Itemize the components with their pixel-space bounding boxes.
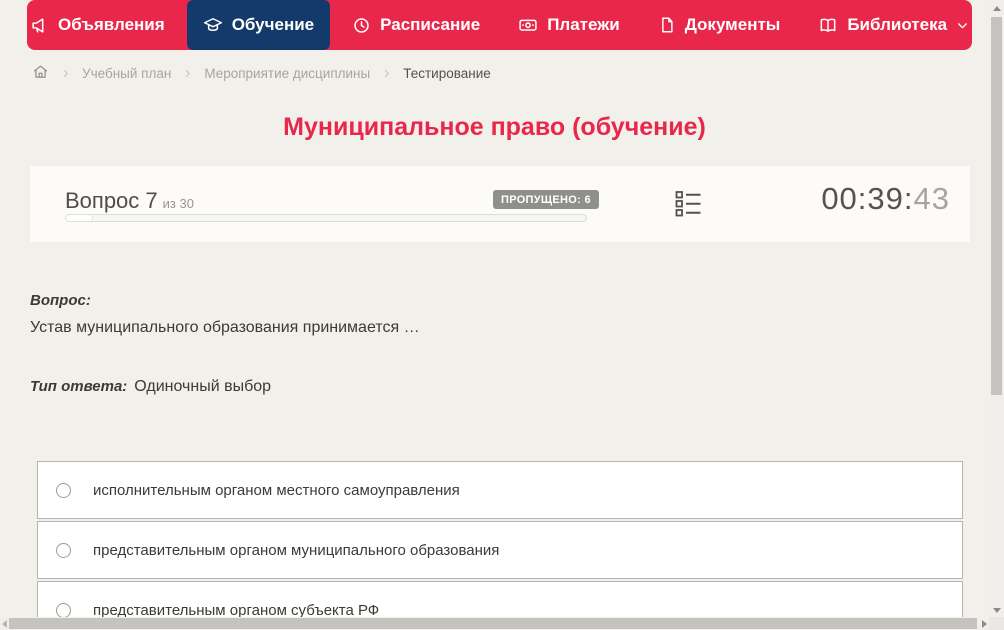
scrollbar-corner xyxy=(989,617,1004,630)
radio-button[interactable] xyxy=(56,602,71,618)
question-block: Вопрос: Устав муниципального образования… xyxy=(30,292,964,337)
answer-option-label: представительным органом муниципального … xyxy=(93,541,500,559)
vertical-scrollbar-thumb[interactable] xyxy=(991,17,1002,395)
document-icon xyxy=(658,16,676,34)
breadcrumb-item-curriculum[interactable]: Учебный план xyxy=(82,66,171,81)
question-progress-fill xyxy=(66,215,93,221)
answer-option[interactable]: представительным органом муниципального … xyxy=(37,521,963,579)
question-list-icon[interactable] xyxy=(675,190,702,222)
answer-type: Тип ответа: Одиночный выбор xyxy=(30,378,271,396)
scroll-down-arrow-icon[interactable] xyxy=(993,608,1001,613)
nav-item-label: Расписание xyxy=(380,15,481,34)
nav-item-announcements[interactable]: Объявления xyxy=(14,0,181,50)
chevron-down-icon xyxy=(956,19,969,32)
clock-icon xyxy=(352,16,371,35)
breadcrumb-item-testing: Тестирование xyxy=(403,65,491,81)
main-nav: Объявления Обучение Расписание Платежи Д… xyxy=(27,0,972,50)
nav-item-label: Платежи xyxy=(547,15,620,34)
skipped-badge: ПРОПУЩЕНО: 6 xyxy=(493,190,599,209)
answer-options: исполнительным органом местного самоупра… xyxy=(37,461,963,630)
home-icon[interactable] xyxy=(32,63,49,83)
question-total: из 30 xyxy=(162,196,194,211)
breadcrumb-item-discipline-event[interactable]: Мероприятие дисциплины xyxy=(204,66,370,81)
answer-option-label: исполнительным органом местного самоупра… xyxy=(93,481,460,499)
timer-seconds: 43 xyxy=(913,181,950,216)
question-heading: Вопрос: xyxy=(30,292,91,309)
answer-type-value: Одиночный выбор xyxy=(134,378,272,395)
book-icon xyxy=(818,15,838,35)
answer-type-label: Тип ответа: xyxy=(30,378,128,395)
breadcrumb-separator-icon xyxy=(182,68,193,79)
vertical-scrollbar[interactable] xyxy=(989,0,1004,630)
nav-item-learning[interactable]: Обучение xyxy=(186,0,331,50)
answer-option-label: представительным органом субъекта РФ xyxy=(93,601,380,619)
nav-item-schedule[interactable]: Расписание xyxy=(336,0,496,50)
horizontal-scrollbar-thumb[interactable] xyxy=(9,618,977,629)
answer-option[interactable]: исполнительным органом местного самоупра… xyxy=(37,461,963,519)
scroll-left-arrow-icon[interactable] xyxy=(2,620,7,628)
nav-item-library[interactable]: Библиотека xyxy=(802,0,985,50)
nav-item-documents[interactable]: Документы xyxy=(642,0,797,50)
breadcrumb-separator-icon xyxy=(60,68,71,79)
timer-hours-minutes: 00:39: xyxy=(821,181,914,216)
graduation-cap-icon xyxy=(203,15,223,35)
question-counter: Вопрос 7 из 30 xyxy=(65,188,194,214)
radio-button[interactable] xyxy=(56,482,71,498)
radio-button[interactable] xyxy=(56,542,71,558)
timer: 00:39:43 xyxy=(821,181,950,217)
nav-item-label: Объявления xyxy=(57,15,165,34)
horizontal-scrollbar[interactable] xyxy=(0,617,989,630)
scroll-right-arrow-icon[interactable] xyxy=(982,620,987,628)
quiz-header: Вопрос 7 из 30 ПРОПУЩЕНО: 6 00:39:43 xyxy=(30,166,970,242)
question-text: Устав муниципального образования принима… xyxy=(30,319,420,336)
question-progress-bar xyxy=(65,214,587,222)
nav-item-label: Обучение xyxy=(231,15,315,34)
nav-item-label: Документы xyxy=(684,15,781,34)
breadcrumb: Учебный план Мероприятие дисциплины Тест… xyxy=(32,62,491,84)
nav-item-payments[interactable]: Платежи xyxy=(502,0,636,50)
question-number: Вопрос 7 xyxy=(65,188,158,213)
page-title: Муниципальное право (обучение) xyxy=(283,113,706,141)
megaphone-icon xyxy=(30,16,49,35)
scroll-up-arrow-icon[interactable] xyxy=(993,6,1001,11)
banknote-icon xyxy=(518,15,538,35)
breadcrumb-separator-icon xyxy=(381,68,392,79)
nav-item-label: Библиотека xyxy=(847,15,948,34)
